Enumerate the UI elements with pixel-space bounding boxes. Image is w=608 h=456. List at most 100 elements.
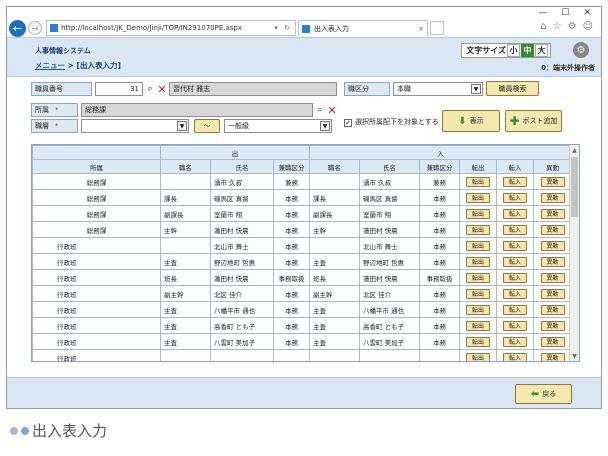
app-settings-icon[interactable]: ⚙ bbox=[573, 42, 589, 58]
transfer-in-button-cell: 転入 bbox=[496, 237, 534, 254]
font-size-medium-button[interactable]: 中 bbox=[521, 44, 534, 57]
caption-dot-icon bbox=[10, 426, 18, 435]
forward-arrow-icon[interactable]: → bbox=[28, 21, 42, 35]
transfer-out-button[interactable]: 転出 bbox=[466, 176, 490, 187]
out-title-cell: 班長 bbox=[160, 269, 211, 286]
dept-search-icon[interactable]: ⌕ bbox=[314, 103, 326, 117]
font-size-small-button[interactable]: 小 bbox=[507, 44, 520, 57]
close-icon[interactable]: ✕ bbox=[583, 8, 591, 18]
include-sub-checkbox[interactable]: ✓ bbox=[344, 119, 352, 127]
range-tilde-button[interactable]: ～ bbox=[194, 119, 220, 133]
table-row: 行政班 主査 野辺地町 哲惠 本務 主査 野辺地町 哲惠 本務 転出 転入 異動 bbox=[32, 253, 572, 270]
transfer-out-button[interactable]: 転出 bbox=[466, 320, 490, 331]
favorites-star-icon[interactable]: ☆ bbox=[553, 21, 562, 32]
transfer-in-button[interactable]: 転入 bbox=[503, 304, 527, 315]
transfer-in-button[interactable]: 転入 bbox=[503, 336, 527, 347]
transfer-out-button[interactable]: 転出 bbox=[466, 288, 490, 299]
transfer-in-button[interactable]: 転入 bbox=[503, 208, 527, 219]
staff-no-input[interactable]: 31 bbox=[95, 82, 143, 96]
move-button[interactable]: 異動 bbox=[540, 240, 565, 251]
transfer-in-button[interactable]: 転入 bbox=[503, 352, 527, 361]
move-button[interactable]: 異動 bbox=[540, 336, 565, 347]
minimize-icon[interactable]: — bbox=[538, 8, 547, 18]
browser-tab[interactable]: 出入表入力 × bbox=[298, 20, 428, 36]
out-type-cell: 事務取扱 bbox=[273, 269, 310, 286]
group-blank bbox=[32, 145, 161, 160]
transfer-out-button[interactable]: 転出 bbox=[466, 352, 490, 361]
in-name-cell: 蓮田村 快晨 bbox=[359, 269, 420, 286]
in-title-cell: 主幹 bbox=[309, 221, 360, 238]
scroll-up-icon[interactable]: ▲ bbox=[570, 145, 579, 155]
move-button[interactable]: 異動 bbox=[540, 224, 565, 235]
settings-gear-icon[interactable]: ⚙ bbox=[568, 21, 577, 32]
move-button[interactable]: 異動 bbox=[540, 288, 565, 299]
back-button[interactable]: ⬅ 戻る bbox=[515, 384, 572, 404]
dept-display: 総務課 bbox=[81, 103, 313, 117]
scroll-thumb[interactable] bbox=[571, 157, 578, 217]
in-title-cell bbox=[309, 349, 360, 361]
transfer-in-button[interactable]: 転入 bbox=[503, 224, 527, 235]
transfer-in-button[interactable]: 転入 bbox=[503, 176, 527, 187]
transfer-in-button[interactable]: 転入 bbox=[503, 272, 527, 283]
table-row: 総務課 課長 磯馬区 真督 本務 課長 磯馬区 真督 本務 転出 転入 異動 bbox=[32, 189, 572, 206]
breadcrumb-menu-link[interactable]: メニュー bbox=[35, 61, 65, 70]
move-button[interactable]: 異動 bbox=[540, 256, 565, 267]
transfer-out-button[interactable]: 転出 bbox=[466, 208, 490, 219]
dept-cell: 行政班 bbox=[32, 333, 161, 350]
move-button[interactable]: 異動 bbox=[540, 320, 565, 331]
transfer-in-button[interactable]: 転入 bbox=[503, 288, 527, 299]
address-text[interactable]: http://localhost/JK_Demo/Jinji/TOP/IN291… bbox=[61, 24, 274, 32]
transfer-in-button-cell: 転入 bbox=[496, 253, 534, 270]
smiley-feedback-icon[interactable]: ☺ bbox=[583, 21, 593, 32]
transfer-in-button-cell: 転入 bbox=[496, 317, 534, 334]
rank-select[interactable]: 一般級 ▼ bbox=[224, 119, 332, 133]
refresh-icon[interactable]: ▾ ↻ bbox=[274, 24, 292, 32]
clear-x-icon[interactable]: ✕ bbox=[156, 82, 168, 96]
transfer-out-button[interactable]: 転出 bbox=[466, 224, 490, 235]
display-button[interactable]: ⬇ 表示 bbox=[442, 110, 500, 132]
move-button[interactable]: 異動 bbox=[540, 352, 565, 361]
table-row: 行政班 主査 八幡平市 通也 本務 主査 八幡平市 通也 本務 転出 転入 異動 bbox=[32, 301, 572, 318]
address-bar[interactable]: http://localhost/JK_Demo/Jinji/TOP/IN291… bbox=[46, 20, 296, 36]
transfer-in-button[interactable]: 転入 bbox=[503, 320, 527, 331]
new-tab-button[interactable] bbox=[430, 21, 444, 35]
window-titlebar: — ☐ ✕ bbox=[7, 7, 601, 19]
transfer-out-button[interactable]: 転出 bbox=[466, 240, 490, 251]
font-size-large-button[interactable]: 大 bbox=[535, 44, 548, 57]
back-arrow-icon[interactable]: ← bbox=[9, 19, 26, 37]
dept-clear-x-icon[interactable]: ✕ bbox=[326, 103, 338, 117]
transfer-out-button[interactable]: 転出 bbox=[466, 304, 490, 315]
home-icon[interactable]: ⌂ bbox=[540, 21, 546, 32]
transfer-out-button[interactable]: 転出 bbox=[466, 256, 490, 267]
transfer-out-button-cell: 転出 bbox=[459, 189, 497, 206]
transfer-out-button[interactable]: 転出 bbox=[466, 272, 490, 283]
move-button[interactable]: 異動 bbox=[540, 208, 565, 219]
transfer-in-button[interactable]: 転入 bbox=[503, 192, 527, 203]
search-icon[interactable]: ⌕ bbox=[144, 82, 156, 96]
transfer-out-button[interactable]: 転出 bbox=[466, 192, 490, 203]
move-button[interactable]: 異動 bbox=[540, 192, 565, 203]
move-button[interactable]: 異動 bbox=[540, 304, 565, 315]
font-size-switcher: 文字サイズ 小 中 大 bbox=[461, 43, 551, 58]
in-name-cell: 北山市 舞士 bbox=[359, 237, 420, 254]
table-scrollbar[interactable]: ▲ ▼ bbox=[569, 145, 579, 361]
tab-close-icon[interactable]: × bbox=[418, 25, 424, 33]
transfer-out-button[interactable]: 転出 bbox=[466, 336, 490, 347]
scroll-down-icon[interactable]: ▼ bbox=[570, 351, 579, 361]
move-button[interactable]: 異動 bbox=[540, 176, 565, 187]
title-select[interactable]: ▼ bbox=[81, 119, 189, 133]
job-type-select[interactable]: 本職 ▼ bbox=[393, 82, 483, 96]
maximize-icon[interactable]: ☐ bbox=[561, 8, 569, 18]
table-row: 行政班 主査 八雲町 美加子 本務 主査 八雲町 美加子 本務 転出 転入 異動 bbox=[32, 333, 572, 350]
table-row: 総務課 副課長 室蘭市 翔本務 副課長 室蘭市 翔本務 転出 転入 異動 bbox=[32, 205, 572, 222]
in-name-cell: 高香町 とも子 bbox=[359, 317, 420, 334]
out-title-cell bbox=[160, 173, 211, 190]
transfer-in-button-cell: 転入 bbox=[496, 301, 534, 318]
transfer-in-button[interactable]: 転入 bbox=[503, 256, 527, 267]
transfer-in-button-cell: 転入 bbox=[496, 189, 534, 206]
move-button[interactable]: 異動 bbox=[540, 272, 565, 283]
dept-cell: 行政班 bbox=[32, 269, 161, 286]
transfer-in-button[interactable]: 転入 bbox=[503, 240, 527, 251]
post-add-button[interactable]: ✚ ポスト追加 bbox=[505, 110, 562, 132]
staff-search-button[interactable]: 職員検索 bbox=[486, 81, 539, 96]
